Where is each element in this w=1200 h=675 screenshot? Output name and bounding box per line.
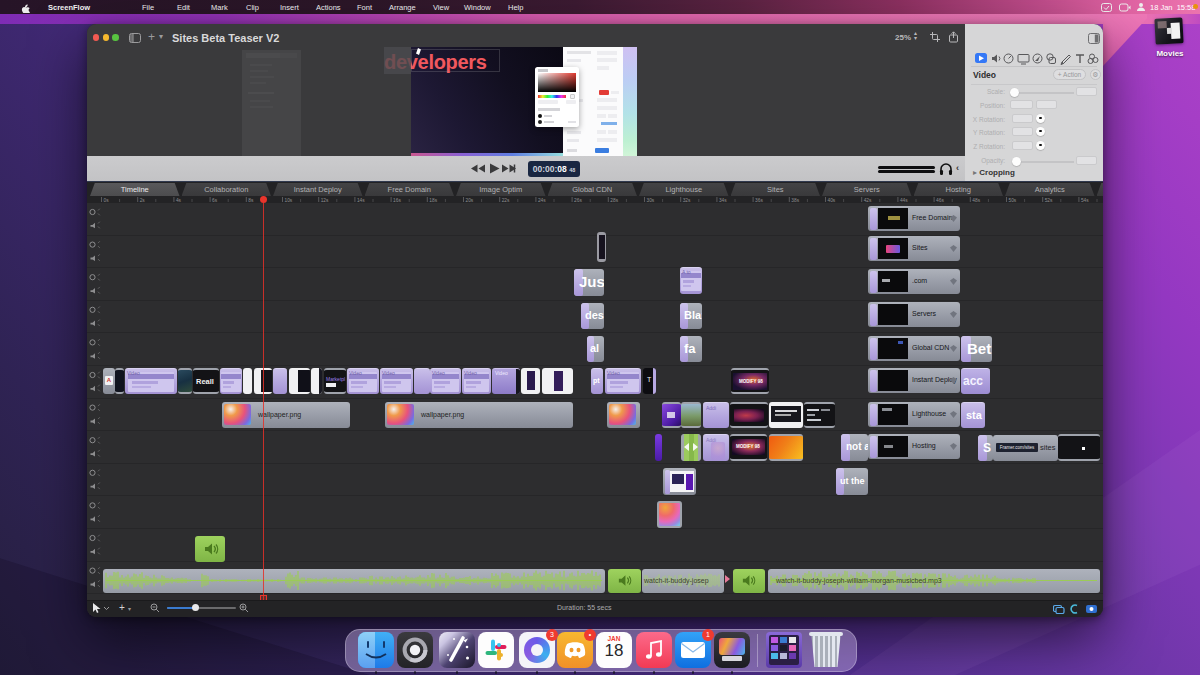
svg-text:18s: 18s <box>429 198 437 203</box>
svg-text:50s: 50s <box>1009 198 1017 203</box>
svg-text:38s: 38s <box>791 198 799 203</box>
svg-text:54s: 54s <box>1081 198 1089 203</box>
svg-text:14s: 14s <box>357 198 365 203</box>
svg-text:32s: 32s <box>683 198 691 203</box>
svg-text:8s: 8s <box>248 198 254 203</box>
svg-text:0s: 0s <box>104 198 110 203</box>
svg-text:20s: 20s <box>466 198 474 203</box>
svg-text:40s: 40s <box>828 198 836 203</box>
svg-text:22s: 22s <box>502 198 510 203</box>
svg-text:48s: 48s <box>972 198 980 203</box>
svg-text:6s: 6s <box>212 198 218 203</box>
svg-text:2s: 2s <box>140 198 146 203</box>
svg-text:30s: 30s <box>647 198 655 203</box>
svg-text:52s: 52s <box>1045 198 1053 203</box>
svg-text:16s: 16s <box>393 198 401 203</box>
svg-text:24s: 24s <box>538 198 546 203</box>
svg-text:46s: 46s <box>936 198 944 203</box>
svg-text:10s: 10s <box>285 198 293 203</box>
svg-text:12s: 12s <box>321 198 329 203</box>
svg-text:44s: 44s <box>900 198 908 203</box>
svg-text:28s: 28s <box>610 198 618 203</box>
svg-text:36s: 36s <box>755 198 763 203</box>
svg-text:42s: 42s <box>864 198 872 203</box>
svg-text:34s: 34s <box>719 198 727 203</box>
svg-text:4s: 4s <box>176 198 182 203</box>
svg-text:26s: 26s <box>574 198 582 203</box>
